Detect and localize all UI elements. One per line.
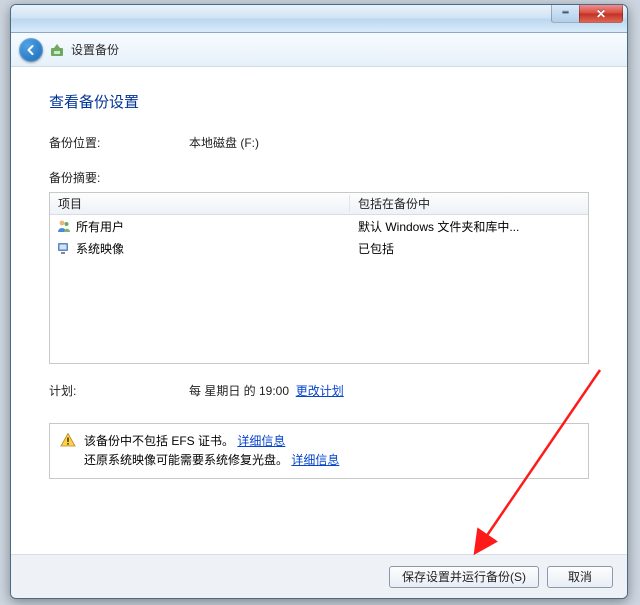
backup-summary-table: 项目 包括在备份中 所有用户 默认 Windows 文件夹和库中... 系统映 xyxy=(49,192,589,364)
warning-icon xyxy=(60,432,76,448)
row-name: 系统映像 xyxy=(76,240,124,257)
row-included: 默认 Windows 文件夹和库中... xyxy=(350,218,588,235)
navbar: 设置备份 xyxy=(11,33,627,67)
backup-icon xyxy=(49,42,65,58)
summary-row: 备份摘要: xyxy=(49,169,589,186)
users-icon xyxy=(56,218,72,234)
dialog-window: ━ ✕ 设置备份 查看备份设置 备份位置: 本地磁盘 (F:) 备份摘要: 项目… xyxy=(10,4,628,599)
row-included: 已包括 xyxy=(350,240,588,257)
cancel-button[interactable]: 取消 xyxy=(547,566,613,588)
table-row[interactable]: 系统映像 已包括 xyxy=(50,237,588,259)
nav-title: 设置备份 xyxy=(71,41,119,58)
save-and-run-backup-button[interactable]: 保存设置并运行备份(S) xyxy=(389,566,539,588)
details-link-2[interactable]: 详细信息 xyxy=(291,453,339,467)
close-button[interactable]: ✕ xyxy=(579,5,623,23)
details-link-1[interactable]: 详细信息 xyxy=(237,434,285,448)
location-value: 本地磁盘 (F:) xyxy=(189,134,259,151)
table-row[interactable]: 所有用户 默认 Windows 文件夹和库中... xyxy=(50,215,588,237)
warning-line1: 该备份中不包括 EFS 证书。 xyxy=(84,434,234,448)
warning-box: 该备份中不包括 EFS 证书。 详细信息 还原系统映像可能需要系统修复光盘。 详… xyxy=(49,423,589,479)
location-row: 备份位置: 本地磁盘 (F:) xyxy=(49,134,589,151)
column-header-included[interactable]: 包括在备份中 xyxy=(350,195,588,212)
page-heading: 查看备份设置 xyxy=(49,91,589,112)
summary-label: 备份摘要: xyxy=(49,169,189,186)
column-header-item[interactable]: 项目 xyxy=(50,195,350,212)
arrow-left-icon xyxy=(25,44,37,56)
schedule-value: 每 星期日 的 19:00 xyxy=(189,384,289,398)
change-schedule-link[interactable]: 更改计划 xyxy=(296,384,344,398)
schedule-row: 计划: 每 星期日 的 19:00 更改计划 xyxy=(49,382,589,399)
content-area: 查看备份设置 备份位置: 本地磁盘 (F:) 备份摘要: 项目 包括在备份中 所… xyxy=(11,67,627,479)
titlebar: ━ ✕ xyxy=(11,5,627,33)
back-button[interactable] xyxy=(19,38,43,62)
minimize-button[interactable]: ━ xyxy=(551,5,579,23)
warning-text: 该备份中不包括 EFS 证书。 详细信息 还原系统映像可能需要系统修复光盘。 详… xyxy=(84,432,339,470)
schedule-label: 计划: xyxy=(49,382,189,399)
footer: 保存设置并运行备份(S) 取消 xyxy=(11,554,627,598)
system-image-icon xyxy=(56,240,72,256)
row-name: 所有用户 xyxy=(76,218,124,235)
schedule-value-wrap: 每 星期日 的 19:00 更改计划 xyxy=(189,382,344,399)
location-label: 备份位置: xyxy=(49,134,189,151)
warning-line2: 还原系统映像可能需要系统修复光盘。 xyxy=(84,453,288,467)
